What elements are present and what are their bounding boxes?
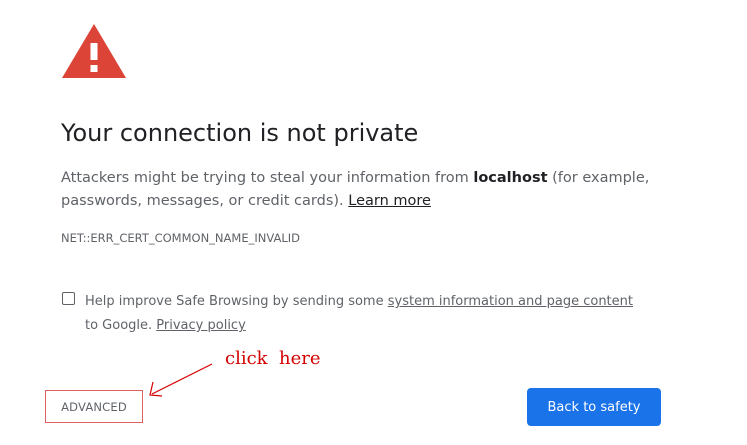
- advanced-button[interactable]: ADVANCED: [45, 390, 143, 423]
- safe-browsing-checkbox[interactable]: [62, 292, 75, 305]
- privacy-policy-link[interactable]: Privacy policy: [156, 318, 245, 333]
- host-name: localhost: [473, 170, 548, 186]
- error-code: NET::ERR_CERT_COMMON_NAME_INVALID: [61, 231, 300, 245]
- annotation-arrow-icon: [149, 363, 213, 397]
- learn-more-link[interactable]: Learn more: [348, 193, 431, 209]
- page-title: Your connection is not private: [61, 119, 419, 147]
- safe-browsing-label: Help improve Safe Browsing by sending so…: [85, 290, 645, 338]
- warning-description: Attackers might be trying to steal your …: [61, 167, 661, 213]
- system-info-link[interactable]: system information and page content: [388, 294, 633, 309]
- description-text: Attackers might be trying to steal your …: [61, 170, 474, 186]
- annotation-click-here: click here: [225, 348, 321, 369]
- back-to-safety-button[interactable]: Back to safety: [527, 388, 661, 426]
- safe-browsing-text: Help improve Safe Browsing by sending so…: [85, 294, 388, 309]
- warning-triangle-icon: [62, 24, 126, 78]
- safe-browsing-text-mid: to Google.: [85, 318, 157, 333]
